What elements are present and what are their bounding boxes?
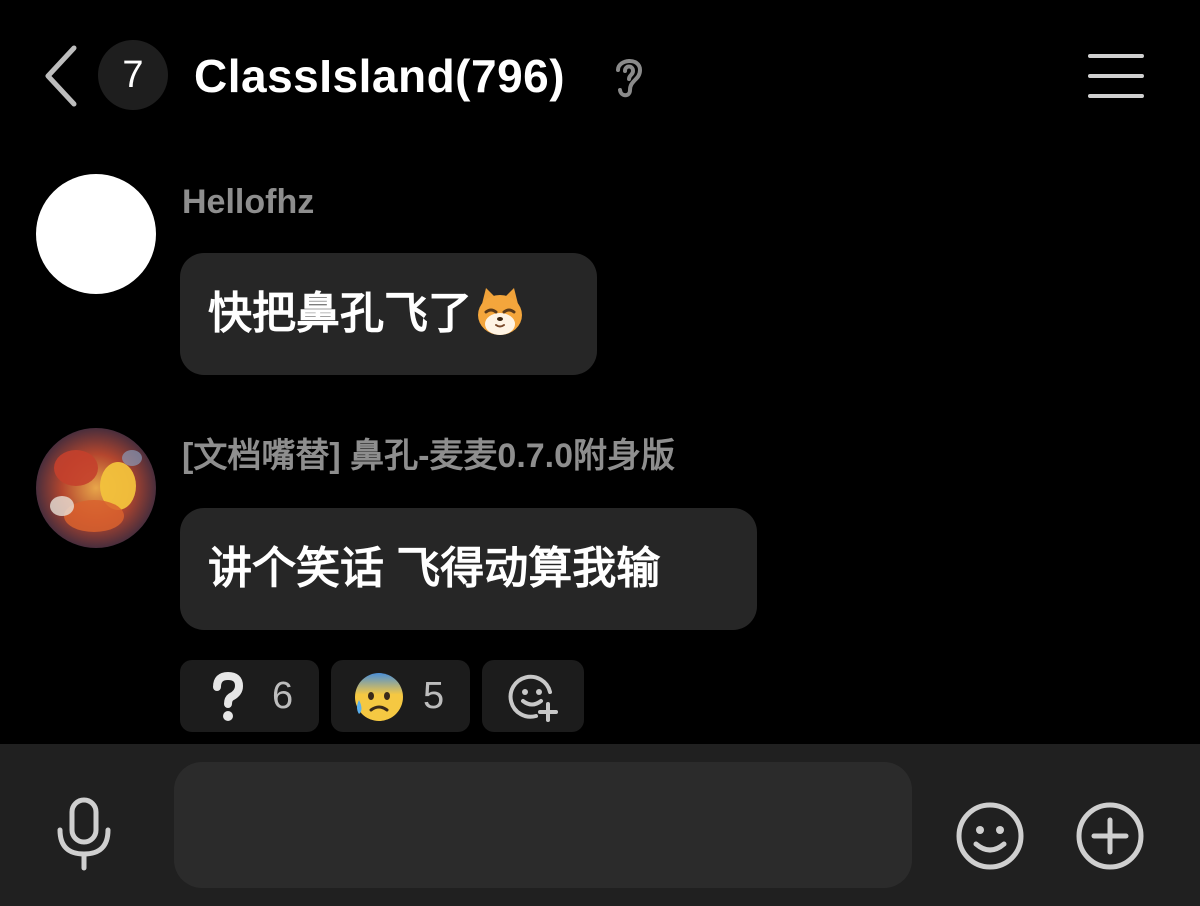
ear-icon[interactable] — [612, 52, 646, 100]
anime-avatar-image — [50, 450, 142, 532]
microphone-icon — [57, 797, 111, 871]
more-actions-button[interactable] — [1074, 800, 1146, 872]
message-input[interactable] — [174, 762, 912, 888]
emoji-button[interactable] — [954, 800, 1026, 872]
menu-button[interactable] — [1086, 48, 1146, 104]
unread-count-badge[interactable]: 7 — [98, 40, 168, 110]
message-text: 讲个笑话 飞得动算我输 — [208, 544, 661, 593]
reaction-count: 6 — [272, 675, 294, 717]
add-reaction-icon — [508, 674, 558, 722]
hamburger-menu-icon — [1088, 54, 1144, 98]
voice-button[interactable] — [52, 796, 116, 872]
avatar[interactable] — [36, 174, 156, 294]
anxious-sweat-face-icon — [355, 673, 403, 721]
smiley-icon — [956, 802, 1024, 870]
question-mark-icon — [213, 671, 244, 721]
message-bubble[interactable]: 讲个笑话 飞得动算我输 — [180, 508, 757, 630]
sender-name[interactable]: Hellofhz — [182, 180, 314, 224]
reaction-question[interactable]: 6 — [180, 660, 319, 732]
reaction-anxious[interactable]: 5 — [331, 660, 470, 732]
sender-name[interactable]: [文档嘴替] 鼻孔-麦麦0.7.0附身版 — [182, 434, 675, 478]
message-bubble[interactable]: 快把鼻孔飞了 — [180, 253, 597, 375]
reaction-count: 5 — [423, 675, 445, 717]
chevron-left-icon — [45, 45, 77, 107]
chat-title[interactable]: ClassIsland(796) — [194, 44, 565, 108]
plus-circle-icon — [1076, 802, 1144, 870]
add-reaction-button[interactable] — [482, 660, 584, 732]
message-text: 快把鼻孔飞了 — [208, 289, 472, 338]
chat-header: 7 ClassIsland(796) — [0, 0, 1200, 150]
avatar[interactable] — [36, 428, 156, 548]
back-button[interactable] — [36, 40, 86, 112]
shiba-smirk-emoji — [478, 288, 522, 336]
